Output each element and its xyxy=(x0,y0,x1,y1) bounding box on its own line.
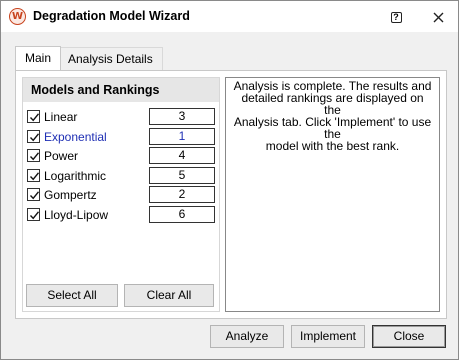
tab-analysis-details[interactable]: Analysis Details xyxy=(58,47,163,70)
checkmark-icon xyxy=(29,113,40,122)
analysis-message-box: Analysis is complete. The results and de… xyxy=(225,77,440,312)
model-name-label[interactable]: Logarithmic xyxy=(44,169,106,183)
checkmark-icon xyxy=(29,152,40,161)
model-rank-field: 6 xyxy=(149,205,215,223)
tab-main[interactable]: Main xyxy=(15,46,62,71)
analysis-message-line: Analysis tab. Click 'Implement' to use t… xyxy=(233,115,432,141)
title-bar[interactable]: W Degradation Model Wizard ? xyxy=(1,1,458,32)
model-row: Logarithmic 5 xyxy=(27,166,217,186)
close-button[interactable]: Close xyxy=(372,325,446,348)
dialog-window: W Degradation Model Wizard ? Analysis De… xyxy=(0,0,459,360)
analyze-button[interactable]: Analyze xyxy=(210,325,284,348)
model-rank-field: 5 xyxy=(149,166,215,184)
model-name-label[interactable]: Gompertz xyxy=(44,188,97,202)
model-rank-field: 4 xyxy=(149,147,215,164)
model-checkbox[interactable] xyxy=(27,110,40,123)
model-row: Gompertz 2 xyxy=(27,186,217,205)
checkmark-icon xyxy=(29,191,40,200)
window-title: Degradation Model Wizard xyxy=(33,9,190,23)
model-name-label[interactable]: Exponential xyxy=(44,130,107,144)
checkmark-icon xyxy=(29,210,40,219)
model-rank-field: 3 xyxy=(149,108,215,125)
model-checkbox[interactable] xyxy=(27,168,40,182)
model-name-label[interactable]: Lloyd-Lipow xyxy=(44,208,108,222)
help-icon: ? xyxy=(390,11,402,23)
model-row: Linear 3 xyxy=(27,108,217,127)
model-checkbox[interactable] xyxy=(27,149,40,162)
implement-button[interactable]: Implement xyxy=(291,325,365,348)
checkmark-icon xyxy=(29,132,40,141)
analysis-message-line: detailed rankings are displayed on the xyxy=(241,91,424,117)
model-row: Lloyd-Lipow 6 xyxy=(27,205,217,225)
close-icon xyxy=(433,12,443,22)
app-logo-letter: W xyxy=(11,10,24,22)
model-row: Power 4 xyxy=(27,147,217,166)
model-name-label[interactable]: Power xyxy=(44,149,78,163)
close-window-button[interactable] xyxy=(425,6,451,28)
models-rankings-panel: Models and Rankings Linear 3 Exponential 1 P… xyxy=(22,77,220,312)
model-rank-field: 1 xyxy=(149,127,215,145)
checkmark-icon xyxy=(29,171,40,180)
model-name-label[interactable]: Linear xyxy=(44,110,77,124)
model-checkbox[interactable] xyxy=(27,129,40,143)
models-header: Models and Rankings xyxy=(23,78,219,102)
model-checkbox[interactable] xyxy=(27,207,40,221)
model-rank-field: 2 xyxy=(149,186,215,203)
help-button[interactable]: ? xyxy=(383,6,409,28)
select-all-button[interactable]: Select All xyxy=(26,284,118,307)
app-logo-icon: W xyxy=(9,8,26,25)
analysis-message-line: model with the best rank. xyxy=(265,139,400,153)
clear-all-button[interactable]: Clear All xyxy=(124,284,214,307)
model-row: Exponential 1 xyxy=(27,127,217,147)
model-checkbox[interactable] xyxy=(27,188,40,201)
